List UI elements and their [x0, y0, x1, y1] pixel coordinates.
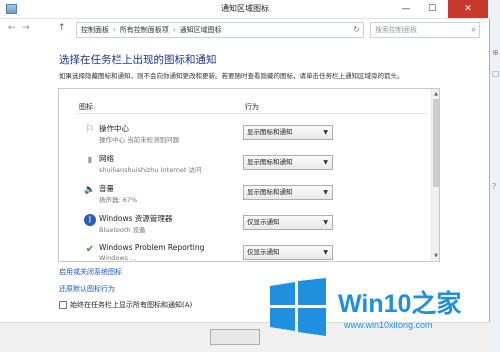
bluetooth-icon: ᛒ	[84, 214, 96, 226]
navigation-bar: ← → ↑ 控制面板 › 所有控制面板项 › 通知区域图标 ↻ 搜索控制面板 ⌕	[0, 19, 490, 41]
table-row: ▮ 网络 shuilianshuishizhu Internet 访问 显示图标…	[59, 152, 431, 182]
table-row: 🔈 音量 扬声器: 67% 显示图标和通知 ▼	[59, 182, 431, 212]
brand-chinese: 之家	[411, 290, 462, 318]
chevron-down-icon: ▼	[323, 249, 328, 256]
speaker-icon: 🔈	[84, 185, 96, 195]
row-name: Windows Problem Reporting	[99, 243, 205, 252]
column-header-behavior: 行为	[245, 103, 259, 111]
minimize-button[interactable]: —	[394, 0, 418, 18]
behavior-select[interactable]: 仅显示通知 ▼	[243, 245, 333, 260]
scroll-down-icon[interactable]: ▼	[432, 253, 439, 259]
behavior-select[interactable]: 显示图标和通知 ▼	[243, 185, 333, 200]
table-row: ✔ Windows Problem Reporting Windows ... …	[59, 242, 431, 262]
behavior-select[interactable]: 仅显示通知 ▼	[243, 215, 333, 230]
address-bar[interactable]: 控制面板 › 所有控制面板项 › 通知区域图标 ↻	[76, 22, 364, 38]
breadcrumb-control-panel[interactable]: 控制面板	[81, 26, 109, 34]
vertical-scrollbar[interactable]: ▲ ▼	[431, 89, 439, 261]
refresh-icon[interactable]: ↻	[353, 23, 360, 37]
control-panel-window: 通知区域图标 — ☐ ✕ ← → ↑ 控制面板 › 所有控制面板项 › 通知区域图标 ↻…	[0, 0, 490, 352]
search-input[interactable]: 搜索控制面板 ⌕	[370, 22, 480, 38]
behavior-value: 显示图标和通知	[247, 158, 293, 166]
always-show-checkbox[interactable]	[59, 301, 67, 309]
row-name: 音量	[99, 184, 114, 193]
row-name: 网络	[99, 154, 114, 163]
forward-arrow-icon[interactable]: →	[22, 23, 30, 33]
page-description: 如果选择隐藏图标和通知，则不会向你通知更改和更新。若要随时查看隐藏的图标，请单击…	[59, 72, 404, 80]
behavior-value: 仅显示通知	[247, 248, 280, 256]
breadcrumb-all-items[interactable]: 所有控制面板项	[120, 26, 169, 34]
watermark-url: www.win10xitong.com	[344, 320, 433, 330]
maximize-button[interactable]: ☐	[420, 0, 444, 18]
problem-reporting-icon: ✔	[85, 244, 95, 255]
restore-default-icons-link[interactable]: 还原默认图标行为	[59, 284, 115, 294]
chevron-down-icon: ▼	[323, 159, 328, 166]
chevron-down-icon: ▼	[323, 129, 328, 136]
search-icon[interactable]: ⌕	[472, 23, 476, 37]
flag-icon: ⚐	[85, 124, 95, 135]
edge-icon: ☐	[492, 70, 500, 79]
row-name: Windows 资源管理器	[99, 214, 173, 223]
search-placeholder: 搜索控制面板	[375, 26, 417, 34]
edge-icon: ?	[492, 182, 497, 191]
back-arrow-icon[interactable]: ←	[8, 23, 16, 33]
scrollbar-thumb[interactable]	[433, 99, 439, 187]
behavior-value: 显示图标和通知	[247, 188, 293, 196]
behavior-value: 仅显示通知	[247, 218, 280, 226]
behavior-select[interactable]: 显示图标和通知 ▼	[243, 155, 333, 170]
always-show-all-icons-option[interactable]: 始终在任务栏上显示所有图标和通知(A)	[59, 300, 192, 310]
ok-button[interactable]	[210, 329, 260, 345]
toggle-system-icons-link[interactable]: 启用或关闭系统图标	[59, 267, 122, 277]
row-subtitle: 操作中心 当前未检测到问题	[99, 136, 180, 144]
win10-watermark: Win10之家 www.win10xitong.com	[268, 278, 490, 338]
scroll-up-icon[interactable]: ▲	[432, 91, 439, 97]
header-divider	[77, 113, 427, 114]
column-header-icon: 图标	[79, 103, 93, 111]
chevron-down-icon: ▼	[323, 219, 328, 226]
background-window-edge: ⊕ ☐ ?	[490, 0, 500, 352]
row-subtitle: Windows ...	[99, 254, 137, 262]
row-subtitle: Bluetooth 设备	[99, 226, 146, 234]
row-subtitle: 扬声器: 67%	[99, 196, 138, 204]
table-row: ᛒ Windows 资源管理器 Bluetooth 设备 仅显示通知 ▼	[59, 212, 431, 242]
breadcrumb-separator-icon: ›	[172, 26, 176, 34]
close-button[interactable]: ✕	[448, 0, 488, 18]
notification-icons-table: 图标 行为 ⚐ 操作中心 操作中心 当前未检测到问题 显示图标和通知 ▼ ▮ 网络…	[58, 88, 440, 262]
row-name: 操作中心	[99, 124, 129, 133]
edge-icon: ⊕	[492, 48, 499, 57]
breadcrumb-notification-icons[interactable]: 通知区域图标	[180, 26, 222, 34]
behavior-value: 显示图标和通知	[247, 128, 293, 136]
windows-logo-icon	[270, 278, 326, 336]
up-arrow-icon[interactable]: ↑	[58, 23, 66, 33]
behavior-select[interactable]: 显示图标和通知 ▼	[243, 125, 333, 140]
row-subtitle: shuilianshuishizhu Internet 访问	[99, 166, 202, 174]
titlebar[interactable]: 通知区域图标 — ☐ ✕	[0, 0, 490, 19]
network-icon: ▮	[87, 155, 93, 164]
watermark-brand: Win10之家	[338, 284, 461, 320]
chevron-down-icon: ▼	[323, 189, 328, 196]
table-row: ⚐ 操作中心 操作中心 当前未检测到问题 显示图标和通知 ▼	[59, 122, 431, 152]
always-show-label: 始终在任务栏上显示所有图标和通知(A)	[70, 301, 193, 309]
breadcrumb-separator-icon: ›	[113, 26, 116, 34]
brand-english: Win10	[338, 290, 412, 318]
page-heading: 选择在任务栏上出现的图标和通知	[59, 54, 217, 66]
